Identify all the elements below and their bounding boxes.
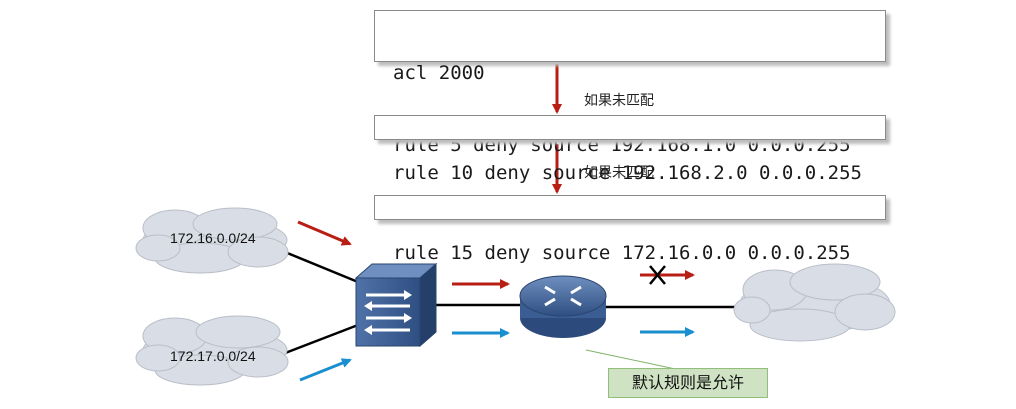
permit-arrow-in [299, 358, 352, 382]
network-label-top: 172.16.0.0/24 [170, 230, 256, 246]
acl-box-2: rule 10 deny source 192.168.2.0 0.0.0.25… [374, 115, 886, 184]
deny-arrow-in [297, 220, 352, 246]
note-leader-line [585, 349, 681, 371]
default-rule-note: 默认规则是允许 [608, 368, 768, 398]
acl-box-1: acl 2000 rule 5 deny source 192.168.1.0 … [374, 10, 886, 156]
flow-label-first: 如果未匹配 [584, 93, 654, 109]
acl-box-3: rule 15 deny source 172.16.0.0 0.0.0.255 [374, 195, 886, 264]
acl-rule-15: rule 15 deny source 172.16.0.0 0.0.0.255 [393, 242, 851, 264]
link-bottom-cloud-switch [279, 323, 359, 357]
acl-header-line: acl 2000 [393, 62, 485, 84]
link-top-cloud-switch [279, 248, 359, 284]
flow-label-second: 如果未匹配 [584, 165, 654, 181]
network-label-bottom: 172.17.0.0/24 [170, 348, 256, 364]
